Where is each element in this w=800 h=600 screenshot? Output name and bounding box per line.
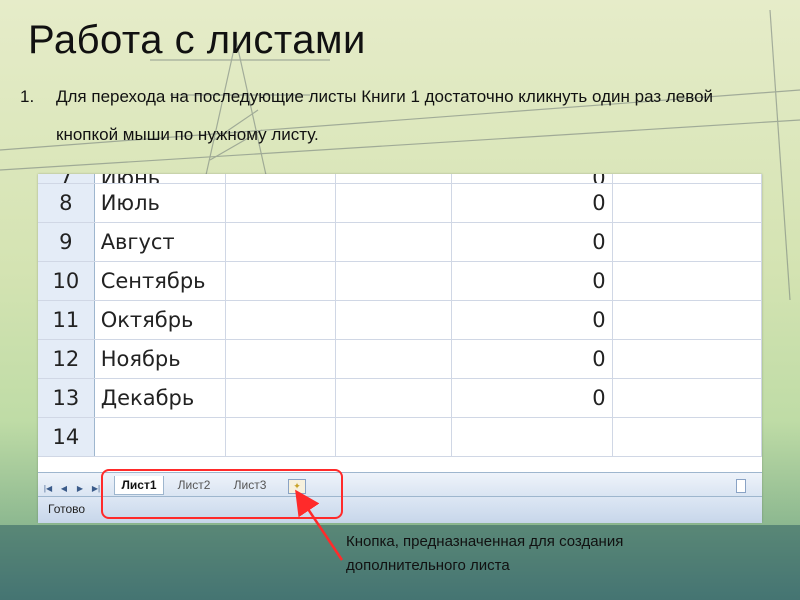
callout-arrow xyxy=(295,489,344,561)
callout-text: Кнопка, предназначенная для создания доп… xyxy=(346,533,624,574)
